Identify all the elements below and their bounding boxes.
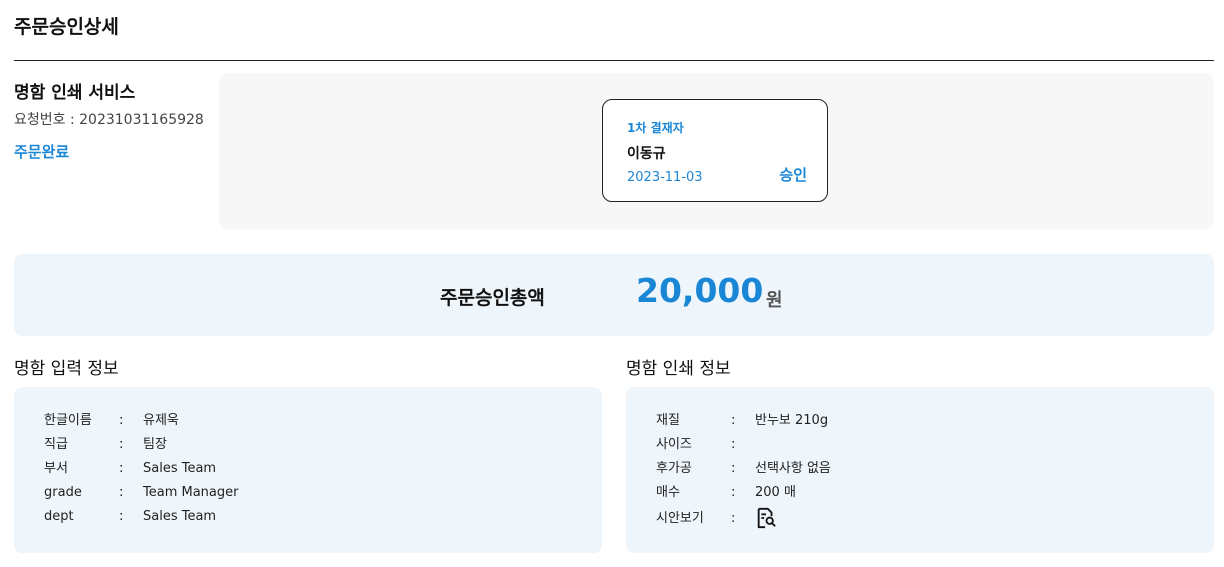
row-label: 한글이름 — [44, 413, 92, 428]
page-title: 주문승인상세 — [14, 16, 119, 38]
row-separator: : — [731, 413, 736, 428]
approver-card: 1차 결재자 이동규 2023-11-03 승인 — [602, 99, 828, 202]
total-panel: 주문승인총액 20,000 원 — [14, 254, 1214, 336]
total-label: 주문승인총액 — [440, 287, 545, 309]
input-info-title: 명함 입력 정보 — [14, 359, 119, 379]
row-separator: : — [731, 511, 736, 526]
row-label: 후가공 — [656, 461, 692, 476]
input-info-box: 한글이름 : 유제욱 직급 : 팀장 부서 : Sales Team grade… — [14, 387, 602, 553]
order-status: 주문완료 — [14, 143, 70, 161]
row-separator: : — [119, 437, 124, 452]
row-value: 반누보 210g — [755, 413, 829, 428]
service-name: 명함 인쇄 서비스 — [14, 83, 136, 103]
row-value: 팀장 — [143, 437, 167, 452]
row-label: 시안보기 — [656, 511, 704, 526]
row-value: Sales Team — [143, 509, 217, 524]
row-label: 재질 — [656, 413, 680, 428]
row-value: 유제욱 — [143, 413, 179, 428]
row-label: grade — [44, 485, 82, 500]
approver-step: 1차 결재자 — [627, 121, 684, 135]
row-value: 선택사항 없음 — [755, 461, 831, 476]
approval-status: 승인 — [779, 166, 807, 184]
row-separator: : — [731, 437, 736, 452]
request-number: 요청번호 : 20231031165928 — [14, 112, 204, 128]
approval-date: 2023-11-03 — [627, 170, 703, 185]
row-separator: : — [731, 485, 736, 500]
order-summary: 명함 인쇄 서비스 요청번호 : 20231031165928 주문완료 — [14, 78, 214, 162]
print-info-title: 명함 인쇄 정보 — [626, 359, 731, 379]
row-separator: : — [119, 509, 124, 524]
print-info-box: 재질 : 반누보 210g 사이즈 : 후가공 : 선택사항 없음 매수 : 2… — [626, 387, 1214, 553]
approval-panel: 1차 결재자 이동규 2023-11-03 승인 — [219, 73, 1214, 229]
row-value: 200 매 — [755, 485, 796, 500]
row-separator: : — [119, 461, 124, 476]
row-label: 매수 — [656, 485, 680, 500]
row-separator: : — [731, 461, 736, 476]
document-preview-icon[interactable] — [755, 507, 777, 529]
row-value: Team Manager — [143, 485, 239, 500]
row-value: Sales Team — [143, 461, 217, 476]
title-divider — [14, 60, 1214, 61]
total-amount: 20,000 — [636, 271, 764, 310]
row-separator: : — [119, 413, 124, 428]
row-label: dept — [44, 509, 74, 524]
row-label: 사이즈 — [656, 437, 692, 452]
approver-name: 이동규 — [627, 146, 666, 162]
row-separator: : — [119, 485, 124, 500]
row-label: 부서 — [44, 461, 68, 476]
row-label: 직급 — [44, 437, 68, 452]
total-unit: 원 — [766, 290, 783, 311]
preview-button[interactable] — [755, 507, 777, 529]
